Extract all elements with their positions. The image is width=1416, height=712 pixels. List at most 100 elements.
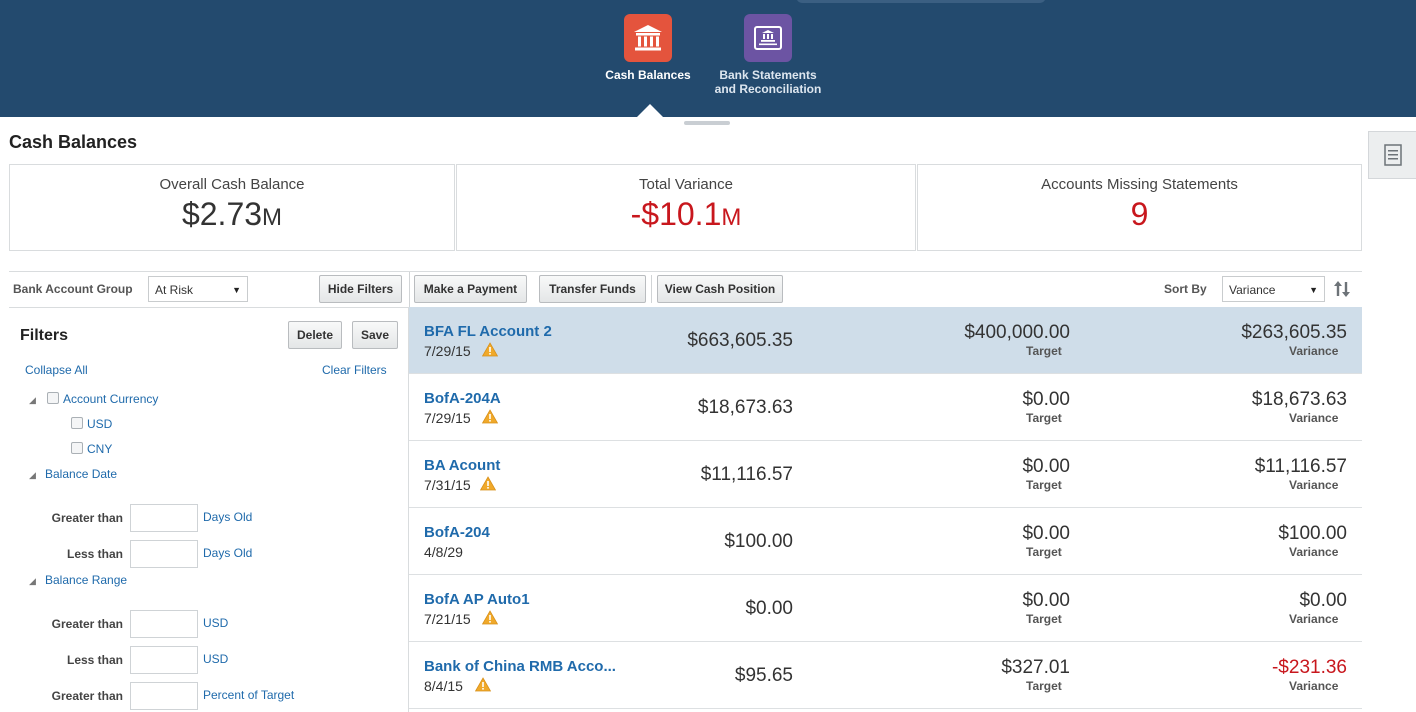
account-currency-checkbox[interactable] (47, 392, 59, 404)
usd-unit: USD (203, 652, 229, 666)
app-header: Cash Balances Bank Statements and Reconc… (0, 0, 1416, 117)
drag-handle[interactable] (684, 121, 730, 125)
balance-range-label[interactable]: Balance Range (45, 573, 127, 587)
target-amount: $0.00 (1022, 456, 1070, 477)
target-label: Target (1026, 344, 1062, 358)
hide-filters-button[interactable]: Hide Filters (319, 275, 402, 303)
account-row[interactable]: BFA FL Account 2 7/29/15 $663,605.35 $400,0… (409, 307, 1362, 374)
make-payment-button[interactable]: Make a Payment (414, 275, 527, 303)
greater-than-label: Greater than (51, 689, 123, 703)
variance-amount: -$231.36 (1271, 657, 1347, 678)
chevron-down-icon: ▼ (1309, 285, 1318, 295)
account-balance: $0.00 (745, 598, 793, 619)
account-name-link[interactable]: BofA-204A (424, 390, 501, 407)
account-row[interactable]: BofA-204 4/8/29 $100.00 $0.00 Target $100.00 V… (409, 508, 1362, 575)
target-amount: $0.00 (1022, 523, 1070, 544)
percent-target-input[interactable] (130, 682, 198, 710)
warning-icon (482, 409, 498, 424)
target-label: Target (1026, 411, 1062, 425)
statement-icon (754, 26, 782, 50)
target-label: Target (1026, 612, 1062, 626)
balance-date-greater-input[interactable] (130, 504, 198, 532)
collapse-all-link[interactable]: Collapse All (25, 363, 88, 377)
bank-account-group-select[interactable]: At Risk ▼ (148, 276, 248, 302)
collapse-triangle-icon[interactable]: ◢ (29, 576, 36, 587)
view-cash-position-button[interactable]: View Cash Position (657, 275, 783, 303)
nav-bank-statements[interactable]: Bank Statements and Reconciliation (703, 14, 833, 96)
account-balance: $11,116.57 (700, 464, 793, 485)
account-row[interactable]: BofA-204A 7/29/15 $18,673.63 $0.00 Target $18… (409, 374, 1362, 441)
toolbar-divider (9, 271, 1362, 272)
nav-cash-balances[interactable]: Cash Balances (583, 14, 713, 82)
warning-icon (480, 476, 496, 491)
account-balance: $663,605.35 (687, 330, 793, 351)
warning-icon (482, 610, 498, 625)
variance-amount: $11,116.57 (1254, 456, 1347, 477)
account-name-link[interactable]: BofA AP Auto1 (424, 591, 530, 608)
sort-by-value: Variance (1229, 283, 1276, 297)
sort-by-select[interactable]: Variance ▼ (1222, 276, 1325, 302)
account-name-link[interactable]: BFA FL Account 2 (424, 323, 552, 340)
target-label: Target (1026, 679, 1062, 693)
cash-balances-tile[interactable] (624, 14, 672, 62)
delete-filter-button[interactable]: Delete (288, 321, 342, 349)
less-than-label: Less than (66, 653, 123, 667)
balance-date-label[interactable]: Balance Date (45, 467, 117, 481)
balance-range-greater-input[interactable] (130, 610, 198, 638)
global-search-bar[interactable] (796, 0, 1046, 3)
usd-checkbox[interactable] (71, 417, 83, 429)
target-amount: $400,000.00 (964, 322, 1070, 343)
kpi-value: $2.73M (10, 196, 454, 233)
kpi-overall-cash-balance[interactable]: Overall Cash Balance $2.73M (9, 164, 455, 251)
save-filter-button[interactable]: Save (352, 321, 398, 349)
clear-filters-link[interactable]: Clear Filters (322, 363, 387, 377)
balance-date: 8/4/15 (424, 678, 463, 694)
account-row[interactable]: BofA AP Auto1 7/21/15 $0.00 $0.00 Target $0.0… (409, 575, 1362, 642)
bank-statements-tile[interactable] (744, 14, 792, 62)
chevron-down-icon: ▼ (232, 285, 241, 295)
active-app-pointer (637, 104, 663, 117)
toolbar-separator (651, 275, 652, 303)
account-row[interactable]: Bank of China RMB Acco... 8/4/15 $95.65 $32… (409, 642, 1362, 709)
account-balance: $95.65 (734, 665, 793, 686)
account-name-link[interactable]: BofA-204 (424, 524, 490, 541)
kpi-label: Overall Cash Balance (159, 176, 305, 193)
account-row[interactable]: BA Acount 7/31/15 $11,116.57 $0.00 Target $11… (409, 441, 1362, 508)
cny-option-label[interactable]: CNY (87, 442, 112, 456)
transfer-funds-button[interactable]: Transfer Funds (539, 275, 646, 303)
variance-amount: $263,605.35 (1241, 322, 1347, 343)
kpi-total-variance[interactable]: Total Variance -$10.1M (456, 164, 916, 251)
less-than-label: Less than (66, 547, 123, 561)
balance-date: 4/8/29 (424, 544, 463, 560)
kpi-label: Total Variance (639, 176, 733, 193)
side-panel-toggle[interactable] (1368, 131, 1416, 179)
page-title: Cash Balances (9, 132, 138, 152)
usd-option-label[interactable]: USD (87, 417, 112, 431)
collapse-triangle-icon[interactable]: ◢ (29, 470, 36, 481)
warning-icon (482, 342, 498, 357)
usd-unit: USD (203, 616, 229, 630)
sort-direction-icon[interactable] (1334, 280, 1350, 303)
kpi-accounts-missing-statements[interactable]: Accounts Missing Statements 9 (917, 164, 1362, 251)
balance-date: 7/29/15 (424, 410, 471, 426)
greater-than-label: Greater than (51, 617, 123, 631)
balance-date-less-input[interactable] (130, 540, 198, 568)
bank-account-group-label: Bank Account Group (13, 282, 133, 296)
days-old-unit: Days Old (203, 546, 253, 560)
variance-amount: $18,673.63 (1251, 389, 1347, 410)
nav-bank-statements-label: Bank Statements and Reconciliation (703, 68, 833, 96)
cny-checkbox[interactable] (71, 442, 83, 454)
collapse-triangle-icon[interactable]: ◢ (29, 395, 36, 406)
warning-icon (475, 677, 491, 692)
account-currency-label[interactable]: Account Currency (63, 392, 158, 406)
nav-bank-statements-label-line2: and Reconciliation (714, 82, 822, 96)
kpi-unit: M (262, 204, 283, 231)
balance-range-less-input[interactable] (130, 646, 198, 674)
greater-than-label: Greater than (51, 511, 123, 525)
account-list: BFA FL Account 2 7/29/15 $663,605.35 $400,0… (409, 307, 1362, 712)
percent-of-target-unit: Percent of Target (203, 688, 295, 702)
account-name-link[interactable]: Bank of China RMB Acco... (424, 658, 616, 675)
account-name-link[interactable]: BA Acount (424, 457, 500, 474)
variance-amount: $100.00 (1278, 523, 1347, 544)
variance-label: Variance (1289, 612, 1339, 626)
